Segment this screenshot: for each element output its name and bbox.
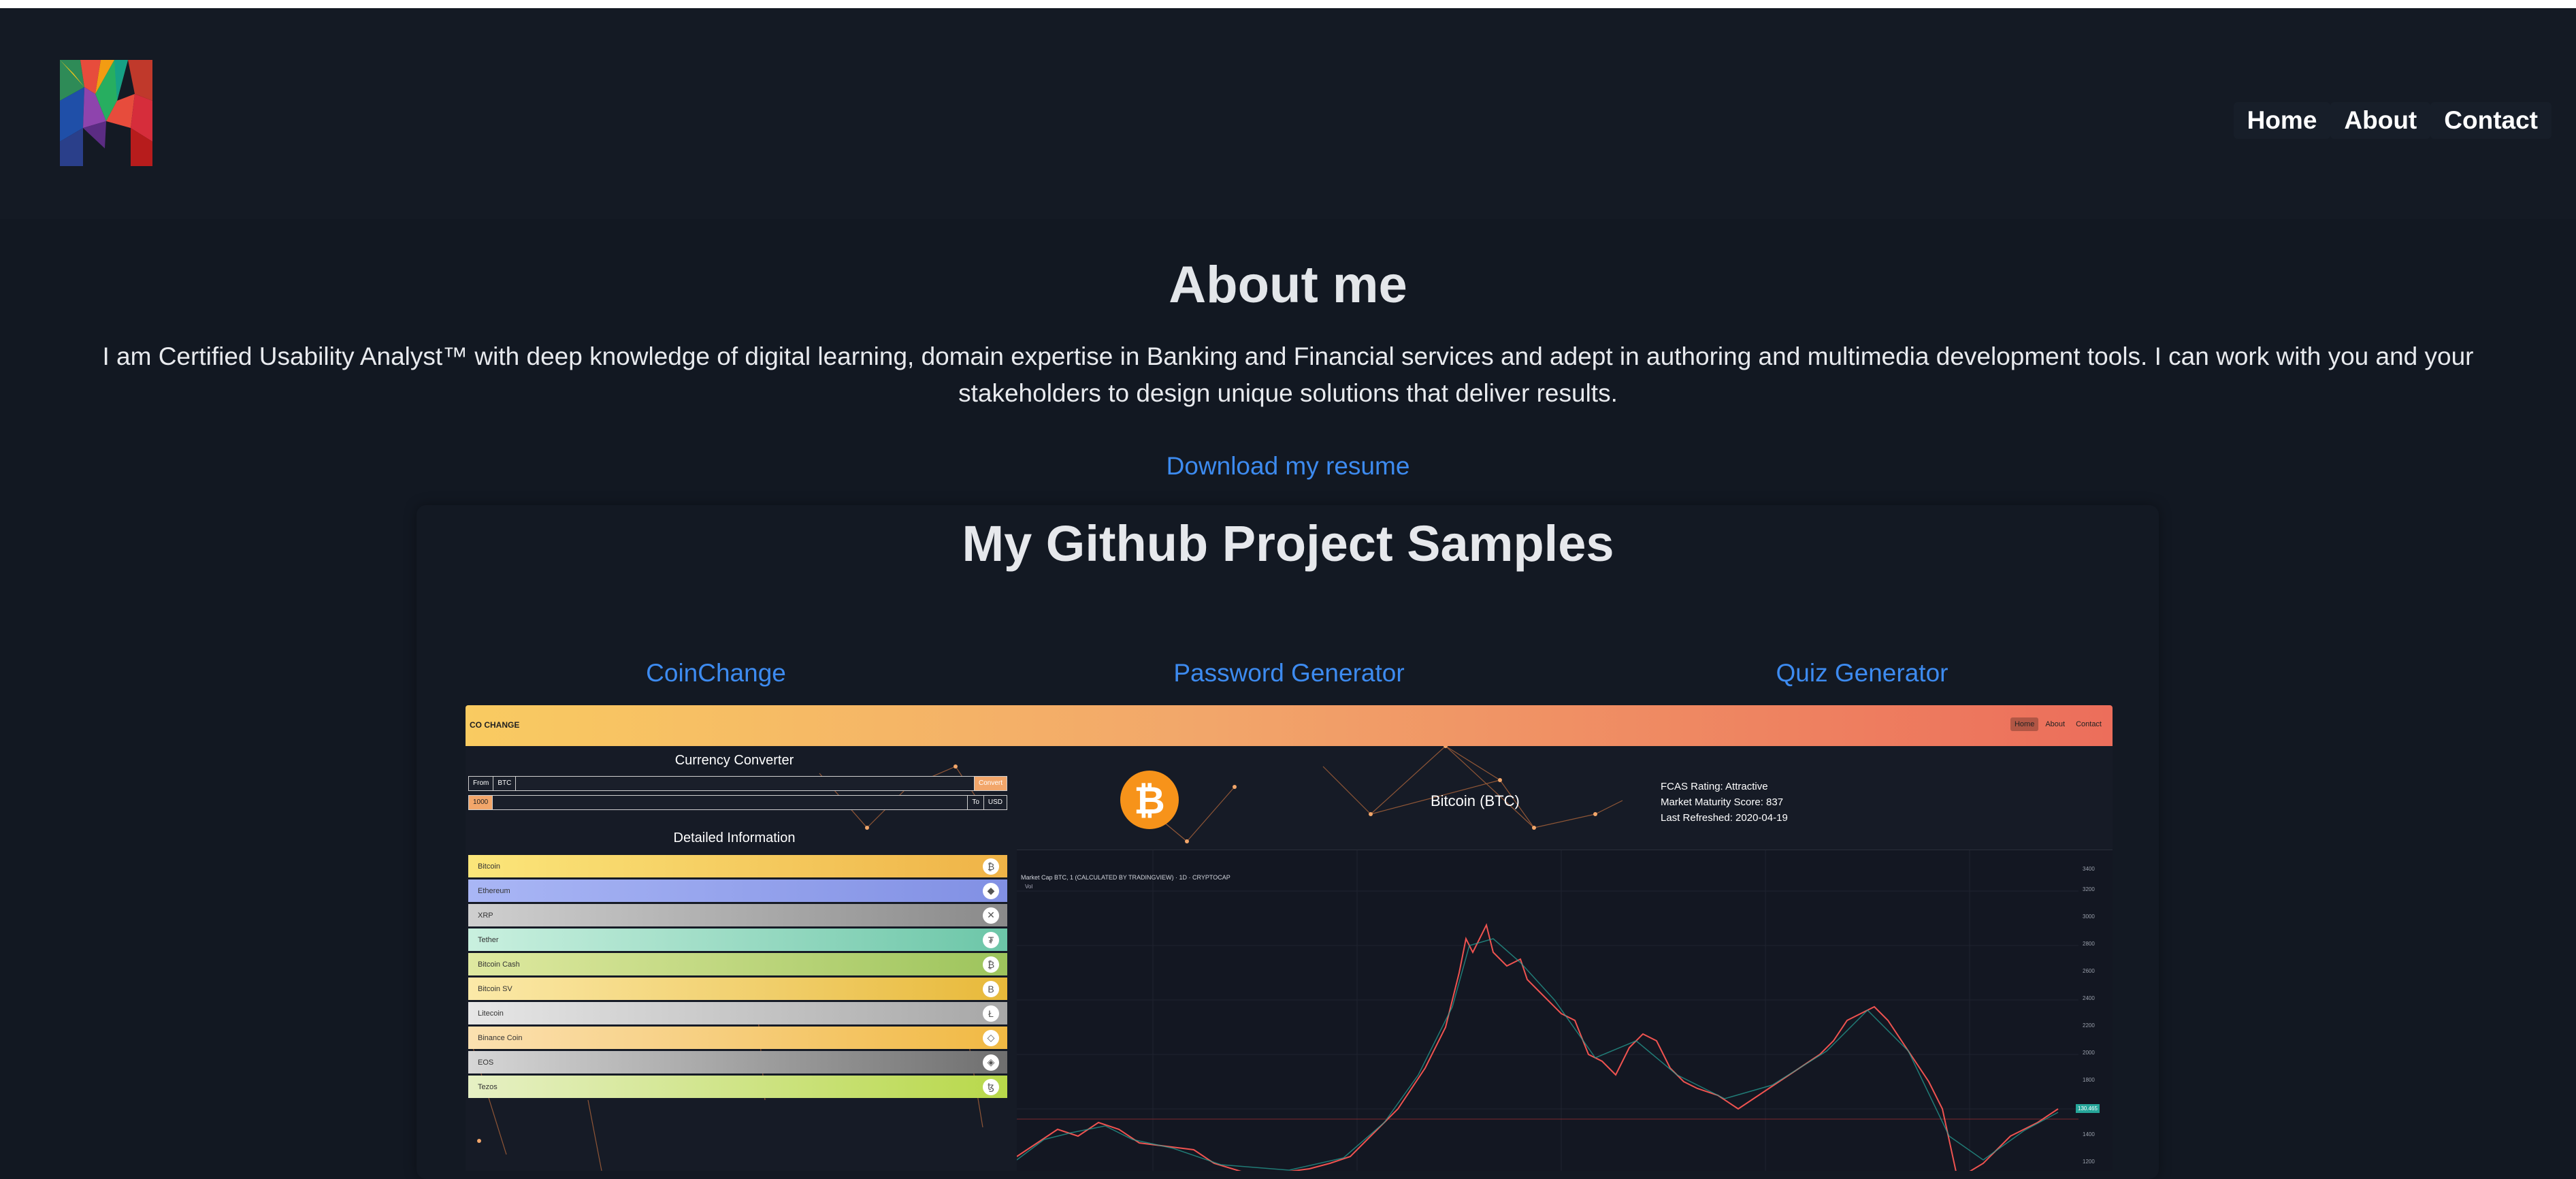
project-link-password-generator[interactable]: Password Generator — [1085, 659, 1493, 688]
converter-to-value: USD — [988, 798, 1002, 806]
converter-from-row: From BTC Convert — [468, 776, 1007, 791]
coin-row: Ethereum ◆ — [468, 879, 1007, 902]
btc-maturity-score: Market Maturity Score: 837 — [1661, 796, 1784, 808]
btc-info: FCAS Rating: Attractive Market Maturity … — [1661, 779, 1788, 826]
coin-row: Litecoin Ł — [468, 1002, 1007, 1024]
nav-contact[interactable]: Contact — [2430, 102, 2551, 139]
svg-text:2200: 2200 — [2083, 1022, 2095, 1029]
coin-icon: ₿ — [983, 858, 999, 875]
converter-from-value: BTC — [493, 777, 517, 790]
svg-text:2800: 2800 — [2083, 941, 2095, 947]
svg-text:3000: 3000 — [2083, 914, 2095, 920]
svg-text:3200: 3200 — [2083, 886, 2095, 892]
coin-icon: ◈ — [983, 1054, 999, 1071]
coin-name: Tether — [478, 935, 499, 944]
coin-name: Ethereum — [478, 886, 510, 895]
tradingview-candles: 3400 3200 3000 2800 2600 2400 2200 2000 1800… — [1016, 850, 2095, 1171]
coin-name: Bitcoin Cash — [478, 960, 520, 969]
coin-name: Binance Coin — [478, 1033, 523, 1042]
btc-last-refreshed: Last Refreshed: 2020-04-19 — [1661, 812, 1788, 824]
coin-name: Bitcoin — [478, 862, 501, 871]
about-title: About me — [1169, 256, 1407, 314]
chart-price-tag: 130.465 — [2076, 1104, 2100, 1113]
coin-name: Tezos — [478, 1082, 498, 1091]
nav-about[interactable]: About — [2330, 102, 2431, 139]
coin-icon: B — [983, 980, 999, 997]
detailed-info-title: Detailed Information — [673, 830, 796, 845]
coin-row: EOS ◈ — [468, 1051, 1007, 1073]
svg-text:2000: 2000 — [2083, 1050, 2095, 1056]
main-nav: Home About Contact — [2233, 102, 2551, 139]
chart-legend-volume: Vol — [1025, 884, 1033, 890]
project-link-quiz-generator[interactable]: Quiz Generator — [1658, 659, 2066, 688]
svg-text:1200: 1200 — [2083, 1159, 2095, 1165]
project-link-coinchange[interactable]: CoinChange — [512, 659, 920, 688]
coin-name: Bitcoin SV — [478, 984, 512, 993]
coin-row: Bitcoin ₿ — [468, 855, 1007, 877]
preview-nav-home: Home — [2010, 717, 2039, 731]
top-border — [0, 0, 2576, 8]
coin-name: XRP — [478, 911, 493, 920]
svg-text:2400: 2400 — [2083, 995, 2095, 1001]
coin-row: Bitcoin SV B — [468, 978, 1007, 1000]
coin-row: Bitcoin Cash ₿ — [468, 953, 1007, 975]
nav-home[interactable]: Home — [2233, 102, 2331, 139]
chart-legend: Market Cap BTC, 1 (CALCULATED BY TRADING… — [1021, 874, 1230, 881]
about-text: I am Certified Usability Analyst™ with d… — [102, 342, 2474, 407]
coin-icon: ꜩ — [983, 1078, 999, 1095]
svg-text:1400: 1400 — [2083, 1131, 2095, 1137]
bitcoin-icon: ₿ — [1120, 771, 1179, 829]
converter-amount-value: 1000 — [469, 796, 493, 809]
preview-brand: CO CHANGE — [470, 720, 520, 730]
svg-text:2600: 2600 — [2083, 968, 2095, 974]
preview-nav-about: About — [2045, 720, 2066, 728]
converter-to-label: To — [967, 796, 984, 809]
project-preview-screenshot[interactable]: CO CHANGE Home About Contact Currency Co… — [466, 705, 2113, 1171]
download-resume-link[interactable]: Download my resume — [0, 452, 2576, 481]
coin-icon: ₮ — [983, 931, 999, 948]
svg-text:3400: 3400 — [2083, 866, 2095, 872]
converter-title: Currency Converter — [674, 753, 794, 768]
preview-nav: Home About Contact — [2010, 717, 2106, 731]
coin-row: Tether ₮ — [468, 928, 1007, 951]
coin-icon: ◆ — [983, 882, 999, 899]
svg-text:1800: 1800 — [2083, 1077, 2095, 1083]
converter-from-label: From — [469, 777, 494, 790]
logo-icon[interactable] — [60, 60, 152, 166]
coin-icon: ₿ — [983, 956, 999, 973]
converter-convert-button: Convert — [973, 777, 1007, 790]
coin-icon: ◇ — [983, 1029, 999, 1046]
coin-icon: ✕ — [983, 907, 999, 924]
coin-name: Litecoin — [478, 1009, 504, 1018]
preview-nav-contact: Contact — [2076, 720, 2102, 728]
github-title: My Github Project Samples — [962, 515, 1614, 572]
tradingview-chart: 3400 3200 3000 2800 2600 2400 2200 2000 1800… — [1016, 850, 2113, 1171]
coin-row: XRP ✕ — [468, 904, 1007, 926]
coin-row: Binance Coin ◇ — [468, 1027, 1007, 1049]
preview-navbar — [466, 705, 2113, 746]
coin-icon: Ł — [983, 1005, 999, 1022]
coin-row: Tezos ꜩ — [468, 1076, 1007, 1098]
converter-to-row: 1000 To USD — [468, 795, 1007, 810]
site-header: Home About Contact — [0, 8, 2576, 219]
btc-name: Bitcoin (BTC) — [1431, 792, 1520, 809]
btc-fcas-rating: FCAS Rating: Attractive — [1661, 781, 1768, 792]
coin-name: EOS — [478, 1058, 494, 1067]
